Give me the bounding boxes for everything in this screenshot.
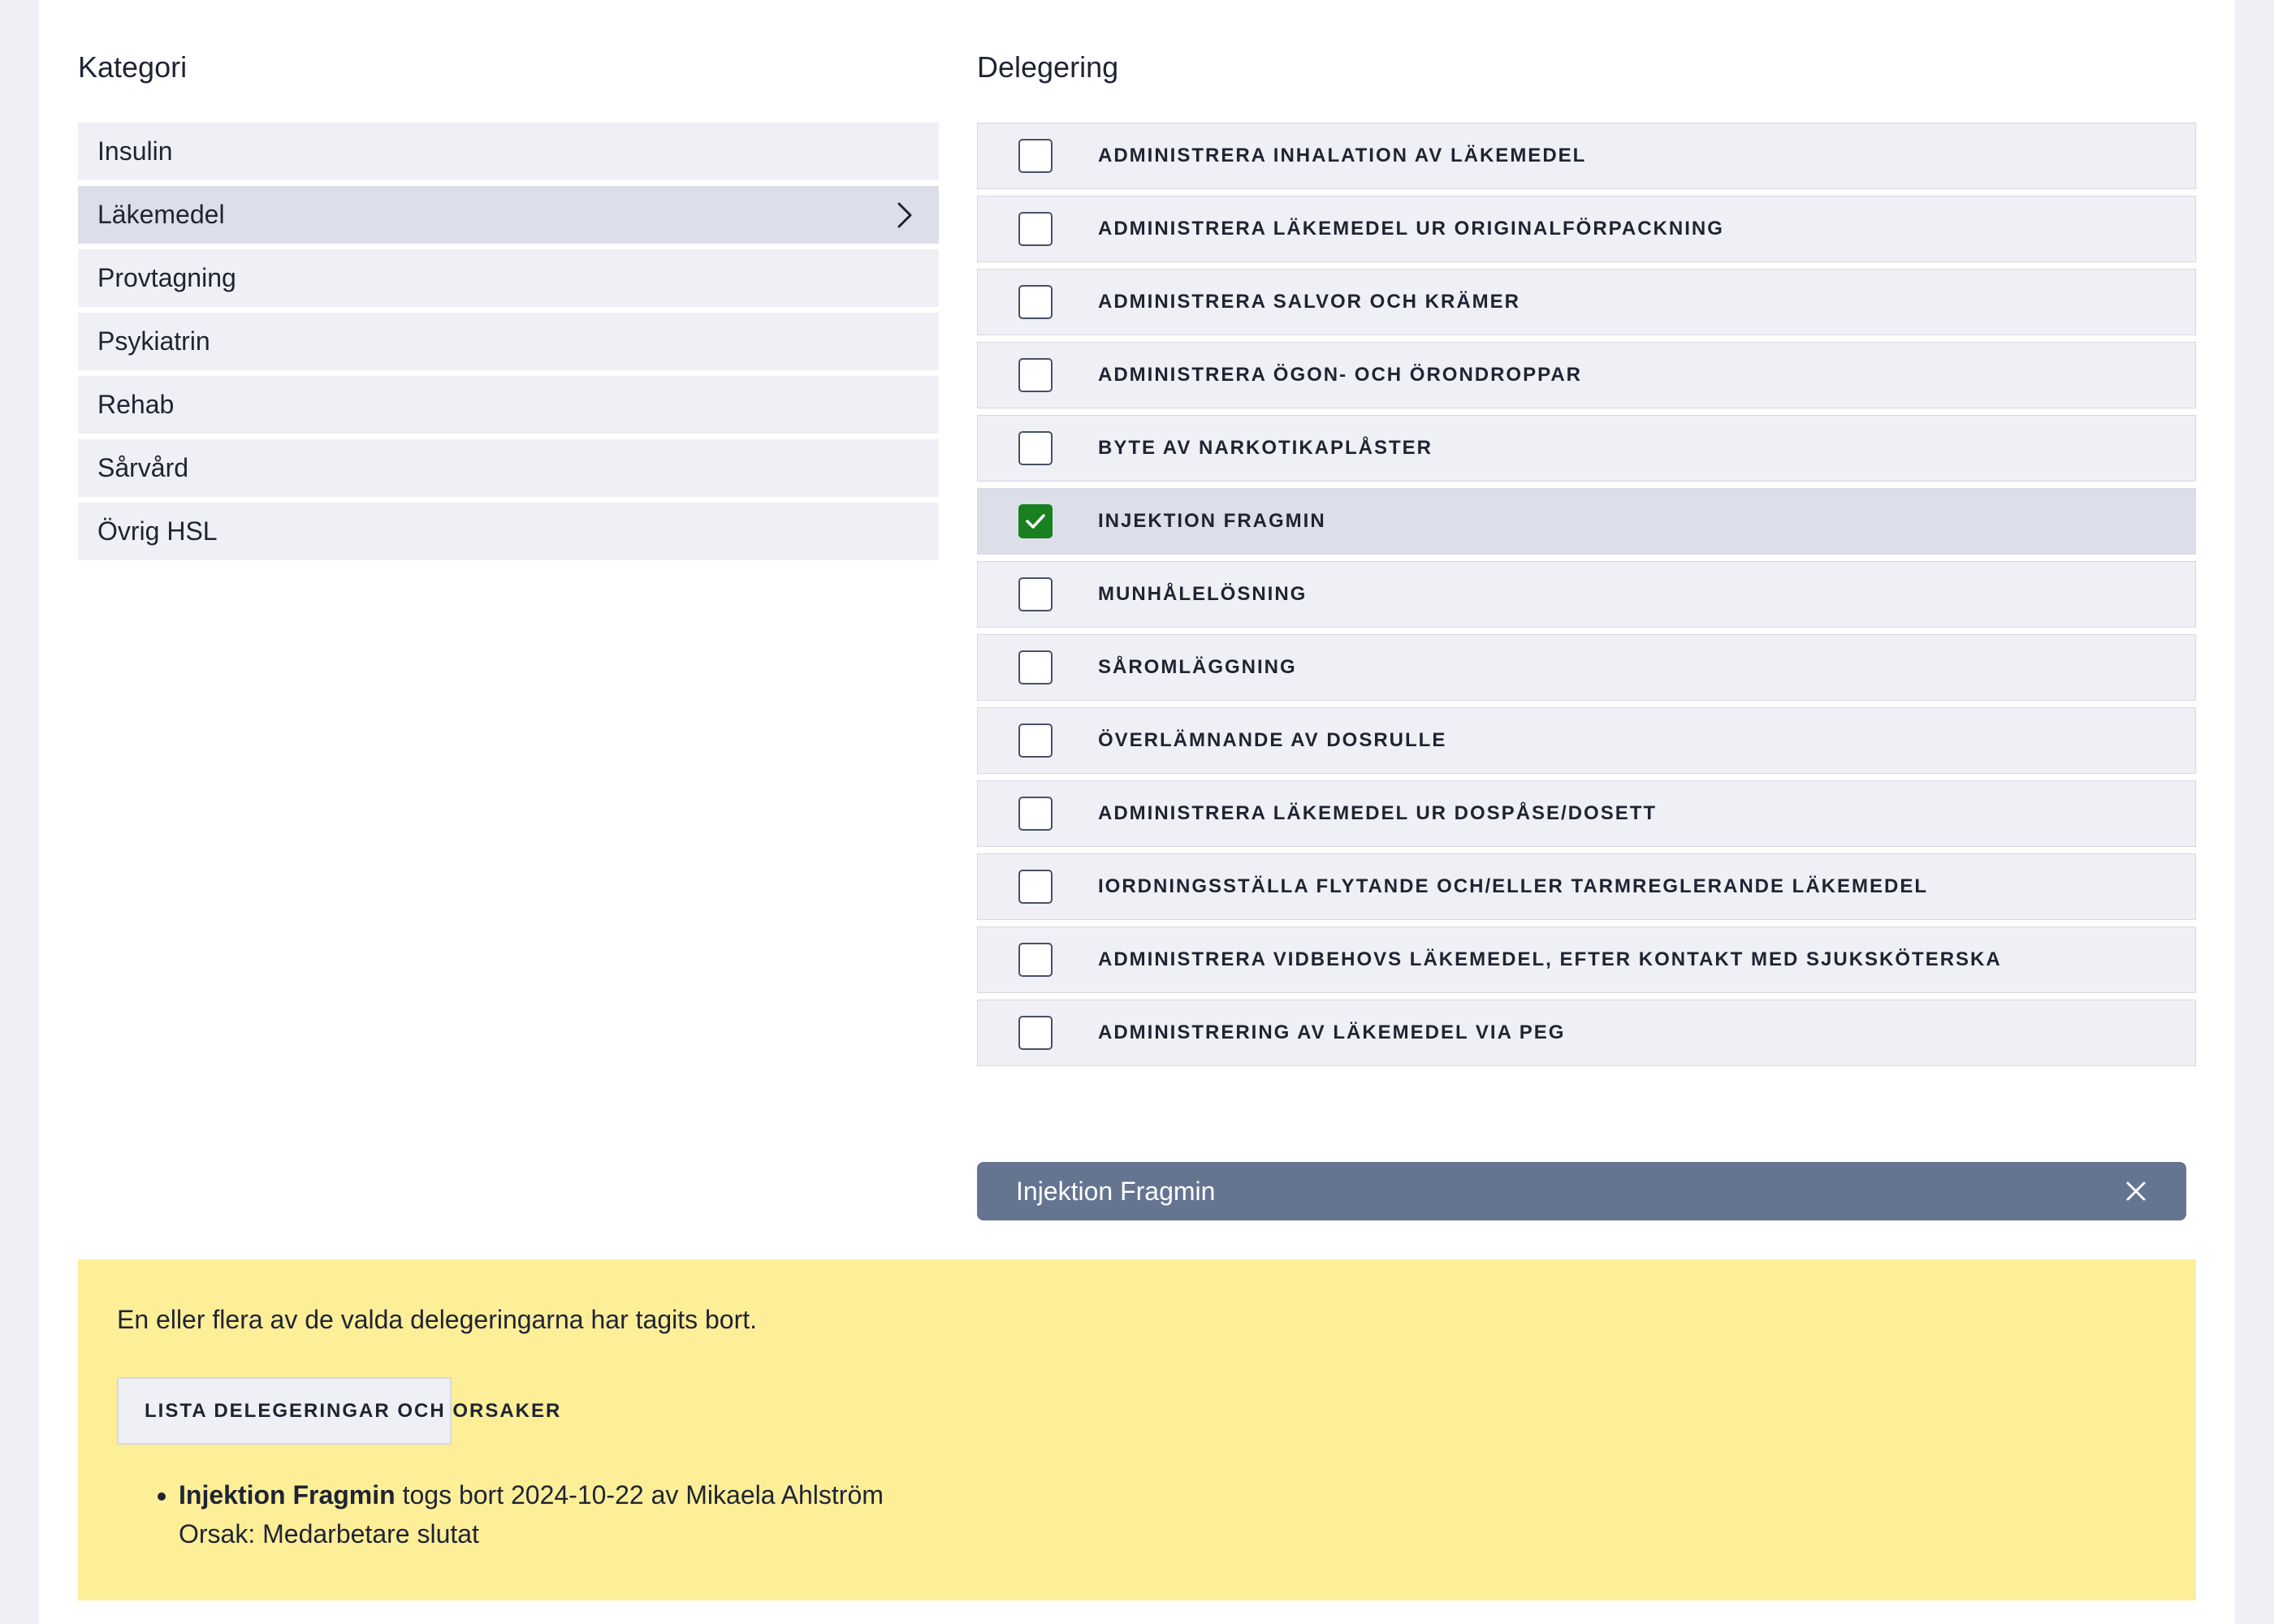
kategori-item-label: Insulin [97,136,173,166]
kategori-item-label: Övrig HSL [97,516,218,546]
delegering-item[interactable]: ÖVERLÄMNANDE AV DOSRULLE [977,707,2196,774]
close-icon[interactable] [2121,1177,2151,1206]
delegering-item-label: ADMINISTRERA INHALATION AV LÄKEMEDEL [1098,145,1587,166]
delegering-list: ADMINISTRERA INHALATION AV LÄKEMEDEL ADM… [977,123,2196,1073]
kategori-item-label: Rehab [97,390,175,419]
checkbox[interactable] [1018,431,1053,465]
checkbox[interactable] [1018,650,1053,685]
delegering-item[interactable]: ADMINISTRERA LÄKEMEDEL UR DOSPÅSE/DOSETT [977,780,2196,847]
toggle-delegations-button[interactable]: LISTA DELEGERINGAR OCH ORSAKER [117,1377,560,1445]
delegering-item-label: ADMINISTRERA ÖGON- OCH ÖRONDROPPAR [1098,364,1582,386]
delegering-item[interactable]: ADMINISTRERA LÄKEMEDEL UR ORIGINALFÖRPAC… [977,196,2196,262]
chip-label: Injektion Fragmin [1016,1176,1216,1206]
delegering-item[interactable]: SÅROMLÄGGNING [977,634,2196,701]
kategori-item-provtagning[interactable]: Provtagning [78,249,939,307]
delegering-item[interactable]: ADMINISTRERA INHALATION AV LÄKEMEDEL [977,123,2196,189]
kategori-item-rehab[interactable]: Rehab [78,376,939,434]
delegering-item-checked[interactable]: INJEKTION FRAGMIN [977,488,2196,555]
kategori-item-label: Läkemedel [97,200,225,229]
kategori-item-sarvard[interactable]: Sårvård [78,439,939,497]
removed-detail: togs bort 2024-10-22 av Mikaela Ahlström [395,1480,884,1510]
checkbox[interactable] [1018,870,1053,904]
checkbox[interactable] [1018,139,1053,173]
delegering-item-label: ADMINISTRERA LÄKEMEDEL UR DOSPÅSE/DOSETT [1098,802,1658,824]
toggle-label: LISTA DELEGERINGAR OCH ORSAKER [145,1399,562,1422]
kategori-heading: Kategori [78,50,188,84]
checkbox[interactable] [1018,358,1053,392]
kategori-item-insulin[interactable]: Insulin [78,123,939,180]
kategori-item-psykiatrin[interactable]: Psykiatrin [78,313,939,370]
removed-delegations-alert: En eller flera av de valda delegeringarn… [78,1259,2196,1600]
delegering-item[interactable]: IORDNINGSSTÄLLA FLYTANDE OCH/ELLER TARMR… [977,853,2196,920]
delegering-item-label: ÖVERLÄMNANDE AV DOSRULLE [1098,729,1447,751]
delegering-item[interactable]: ADMINISTRERA SALVOR OCH KRÄMER [977,269,2196,335]
delegering-item-label: BYTE AV NARKOTIKAPLÅSTER [1098,437,1433,459]
checkbox-checked[interactable] [1018,504,1053,538]
kategori-item-label: Provtagning [97,263,236,292]
delegering-item-label: ADMINISTRERA SALVOR OCH KRÄMER [1098,291,1520,313]
checkbox[interactable] [1018,797,1053,831]
kategori-item-ovrig-hsl[interactable]: Övrig HSL [78,503,939,560]
delegering-item-label: ADMINISTRERA LÄKEMEDEL UR ORIGINALFÖRPAC… [1098,218,1724,240]
delegering-item-label: INJEKTION FRAGMIN [1098,510,1326,532]
delegering-item-label: ADMINISTRERA VIDBEHOVS LÄKEMEDEL, EFTER … [1098,948,2002,970]
alert-message: En eller flera av de valda delegeringarn… [117,1305,758,1334]
kategori-item-label: Sårvård [97,453,189,482]
removed-name: Injektion Fragmin [179,1480,396,1510]
check-icon [1026,514,1045,529]
delegering-item-label: ADMINISTRERING AV LÄKEMEDEL VIA PEG [1098,1021,1566,1043]
delegering-item[interactable]: BYTE AV NARKOTIKAPLÅSTER [977,415,2196,482]
delegering-heading: Delegering [977,50,1119,84]
kategori-list: Insulin Läkemedel Provtagning Psykiatrin… [78,123,939,566]
kategori-item-label: Psykiatrin [97,326,210,356]
kategori-item-lakemedel[interactable]: Läkemedel [78,186,939,244]
delegering-item[interactable]: ADMINISTRERA VIDBEHOVS LÄKEMEDEL, EFTER … [977,926,2196,993]
delegering-item-label: MUNHÅLELÖSNING [1098,583,1308,605]
delegering-item[interactable]: ADMINISTRERING AV LÄKEMEDEL VIA PEG [977,1000,2196,1066]
removed-list: Injektion Fragmin togs bort 2024-10-22 a… [117,1475,884,1553]
selected-delegation-chip: Injektion Fragmin [977,1162,2186,1220]
removed-reason: Orsak: Medarbetare slutat [179,1519,479,1548]
checkbox[interactable] [1018,577,1053,611]
list-item: Injektion Fragmin togs bort 2024-10-22 a… [179,1475,884,1553]
delegering-item-label: SÅROMLÄGGNING [1098,656,1297,678]
delegering-item-label: IORDNINGSSTÄLLA FLYTANDE OCH/ELLER TARMR… [1098,875,1928,897]
checkbox[interactable] [1018,212,1053,246]
checkbox[interactable] [1018,285,1053,319]
checkbox[interactable] [1018,943,1053,977]
delegering-item[interactable]: ADMINISTRERA ÖGON- OCH ÖRONDROPPAR [977,342,2196,408]
delegering-item[interactable]: MUNHÅLELÖSNING [977,561,2196,628]
chevron-right-icon [890,201,919,230]
checkbox[interactable] [1018,1016,1053,1050]
checkbox[interactable] [1018,723,1053,758]
